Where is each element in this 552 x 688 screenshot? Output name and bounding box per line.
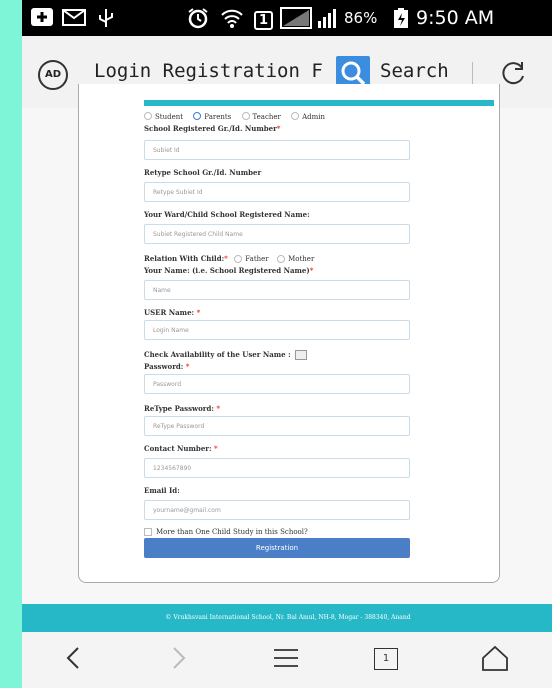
user-name-label: USER Name: * xyxy=(144,308,201,317)
alarm-icon xyxy=(186,7,210,34)
ward-name-label: Your Ward/Child School Registered Name: xyxy=(144,210,310,219)
mail-icon xyxy=(62,7,86,32)
school-id-input[interactable]: Subiet Id xyxy=(144,140,410,160)
email-label: Email Id: xyxy=(144,486,180,495)
retype-id-label: Retype School Gr./Id. Number xyxy=(144,168,262,177)
reload-icon[interactable] xyxy=(498,58,528,88)
menu-icon[interactable] xyxy=(272,642,300,678)
relation-father[interactable]: Father xyxy=(234,254,269,263)
password-label: Password: * xyxy=(144,362,190,371)
search-button[interactable]: Search xyxy=(380,60,449,82)
status-bar: 1 86% 9:50 AM xyxy=(22,0,552,36)
signal-icon xyxy=(280,7,340,34)
battery-percent: 86% xyxy=(344,9,378,27)
email-input[interactable]: yourname@gmail.com xyxy=(144,500,410,520)
page-title[interactable]: Login Registration F xyxy=(94,60,323,82)
wifi-icon xyxy=(220,7,244,34)
your-name-input[interactable]: Name xyxy=(144,280,410,300)
retype-password-label: ReType Password: * xyxy=(144,404,221,413)
site-footer: © Vrukhsvani International School, Nr. B… xyxy=(22,604,552,632)
battery-icon xyxy=(392,7,410,34)
toolbar-divider xyxy=(472,62,473,84)
phone-screen: 1 86% 9:50 AM AD Login Registration F Se… xyxy=(22,0,552,688)
multi-child-checkbox[interactable]: More than One Child Study in this School… xyxy=(144,528,308,536)
registration-button[interactable]: Registration xyxy=(144,538,410,558)
relation-mother[interactable]: Mother xyxy=(277,254,314,263)
form-top-bar xyxy=(144,100,494,106)
availability-label: Check Availability of the User Name : xyxy=(144,350,307,360)
role-parents[interactable]: Parents xyxy=(193,112,231,121)
retype-password-input[interactable]: ReType Password xyxy=(144,416,410,436)
contact-input[interactable]: 1234567890 xyxy=(144,458,410,478)
clock: 9:50 AM xyxy=(416,7,495,29)
plus-icon xyxy=(30,7,54,32)
check-availability-button[interactable] xyxy=(294,350,307,360)
nav-bar: 1 xyxy=(22,632,552,688)
school-id-label: School Registered Gr./Id. Number* xyxy=(144,124,281,133)
ward-name-input[interactable]: Subiet Registered Child Name xyxy=(144,224,410,244)
relation-label: Relation With Child:* Father Mother xyxy=(144,254,315,263)
retype-id-input[interactable]: Retype Subiet Id xyxy=(144,182,410,202)
user-name-input[interactable]: Login Name xyxy=(144,320,410,340)
password-input[interactable]: Password xyxy=(144,374,410,394)
sim-icon: 1 xyxy=(254,7,274,30)
role-admin[interactable]: Admin xyxy=(291,112,325,121)
role-selector: Student Parents Teacher Admin xyxy=(144,112,333,121)
usb-icon xyxy=(96,7,116,34)
back-icon[interactable] xyxy=(62,642,86,678)
adblock-icon[interactable]: AD xyxy=(38,60,68,90)
tabs-icon[interactable]: 1 xyxy=(374,646,398,670)
role-teacher[interactable]: Teacher xyxy=(241,112,281,121)
role-student[interactable]: Student xyxy=(144,112,183,121)
contact-label: Contact Number: * xyxy=(144,444,218,453)
home-icon[interactable] xyxy=(480,642,510,678)
forward-icon[interactable] xyxy=(166,642,190,678)
your-name-label: Your Name: (i.e. School Registered Name)… xyxy=(144,266,314,275)
